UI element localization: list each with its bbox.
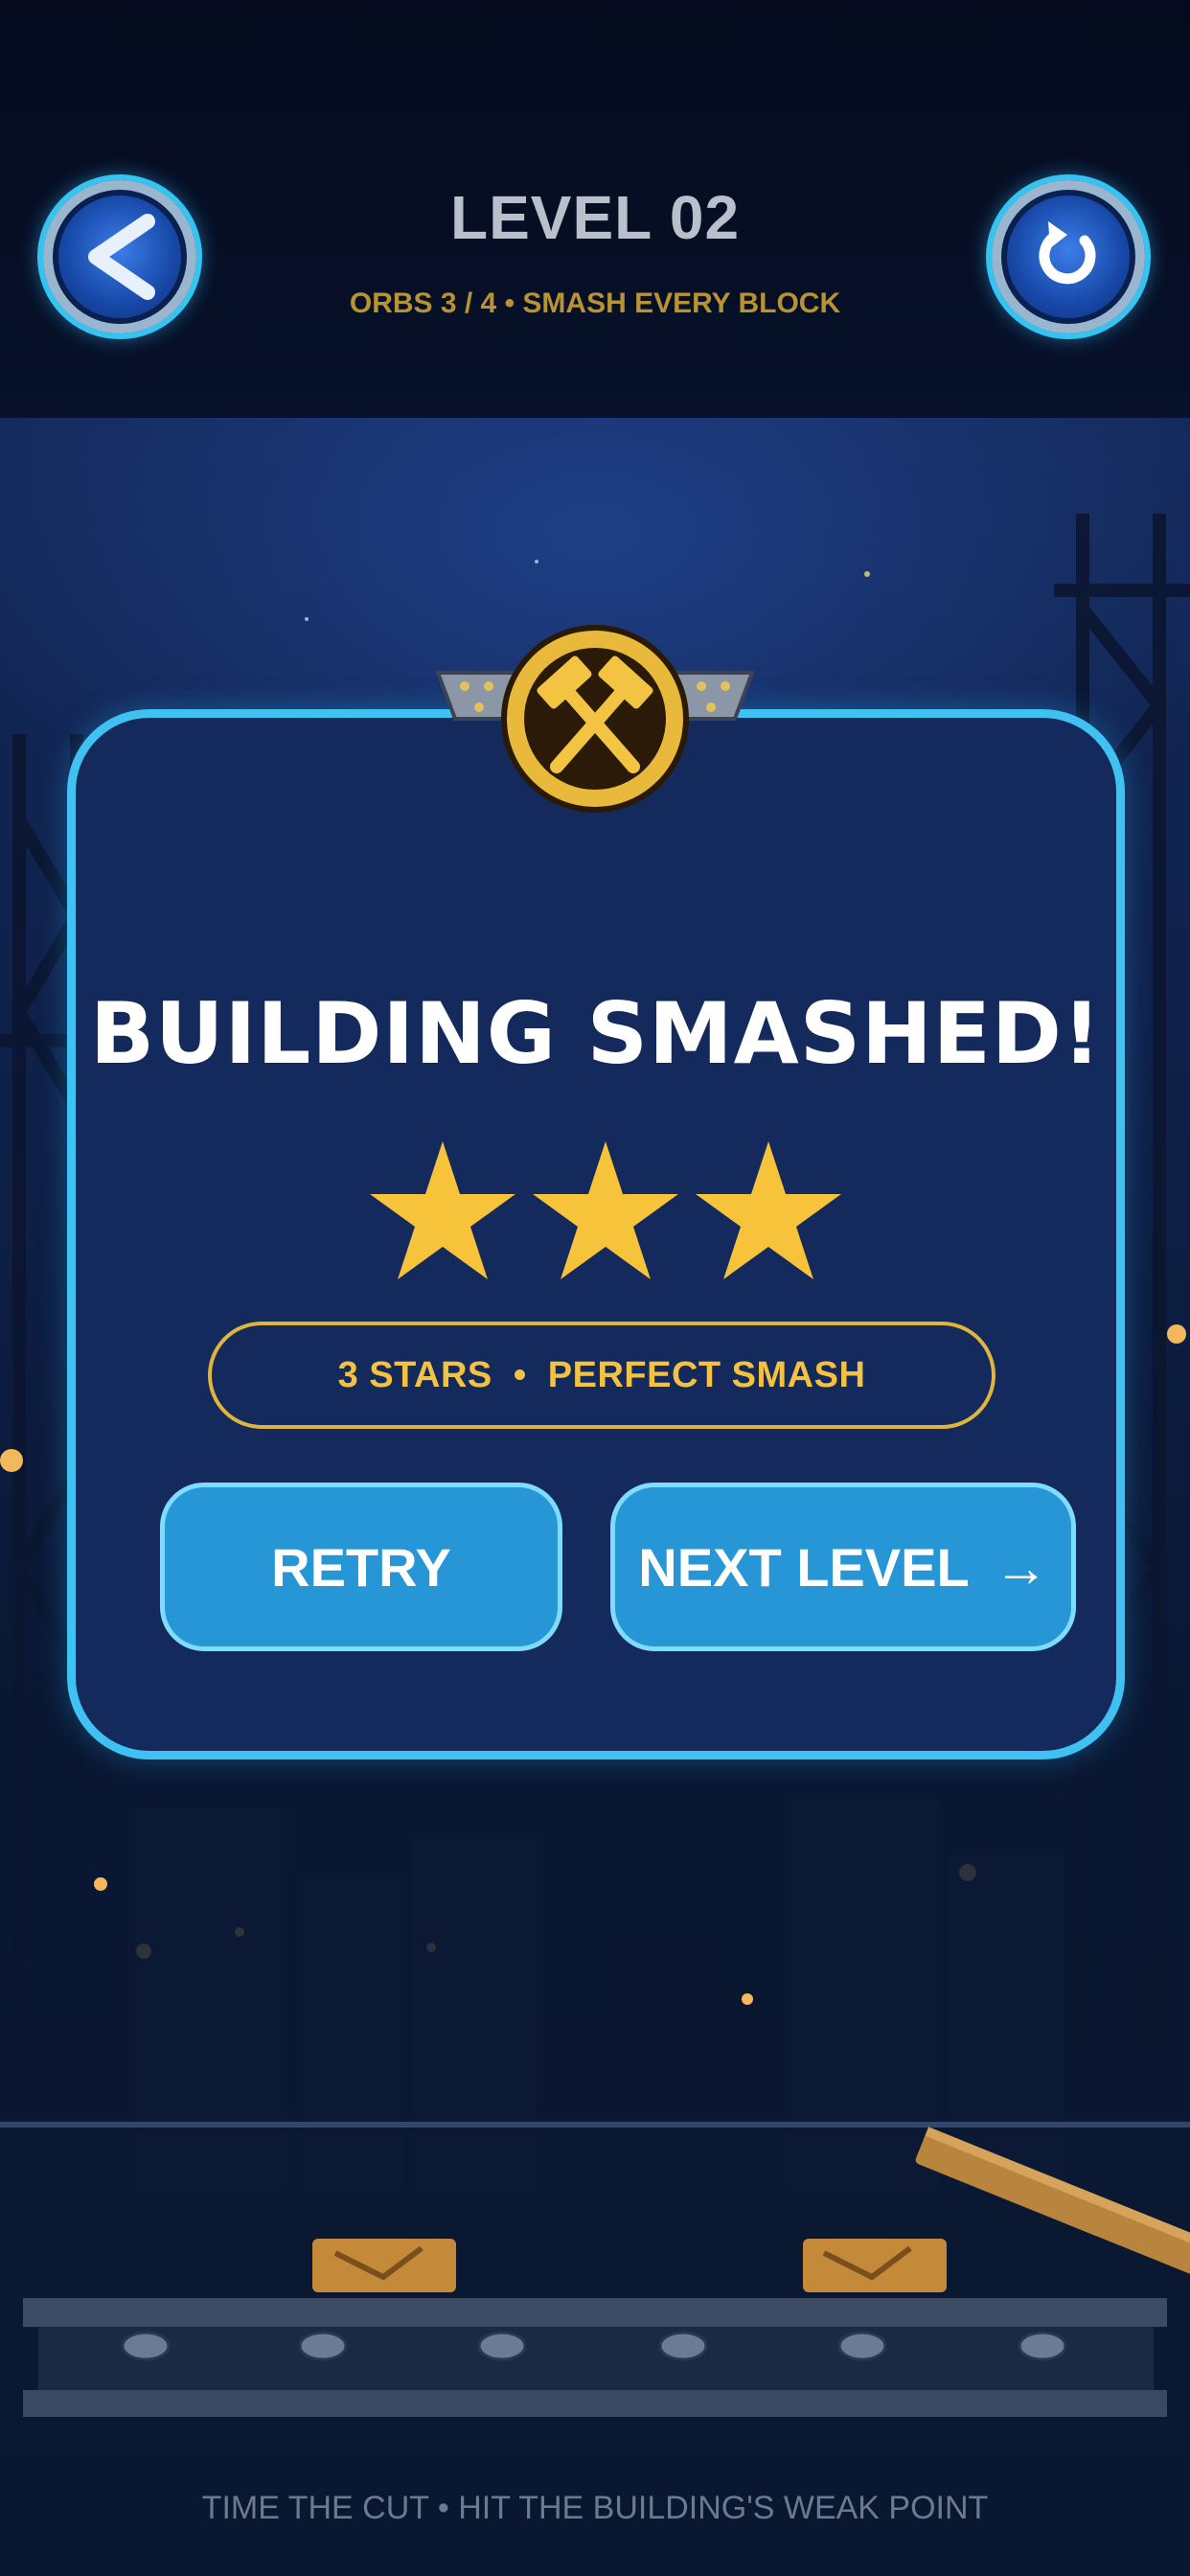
star-icon: [370, 1141, 515, 1279]
retry-button-label: RETRY: [271, 1536, 451, 1598]
star-icon: [696, 1141, 841, 1279]
reload-icon: [1039, 221, 1096, 285]
wood-block: [803, 2239, 947, 2292]
next-level-button-label: NEXT LEVEL: [638, 1536, 970, 1598]
hammer-crossed-icon: [436, 625, 754, 813]
result-panel: BUILDING SMASHED! 3 STARS • PERFECT SMAS…: [67, 709, 1125, 1760]
steel-girder: [23, 2298, 1167, 2417]
hint-text: TIME THE CUT • HIT THE BUILDING'S WEAK P…: [201, 2490, 989, 2526]
next-level-button[interactable]: NEXT LEVEL →: [610, 1483, 1076, 1651]
arrow-right-icon: →: [994, 1536, 1048, 1598]
result-summary-pill: 3 STARS • PERFECT SMASH: [208, 1322, 995, 1429]
reload-button[interactable]: [992, 180, 1145, 334]
star-rating: [370, 1141, 841, 1279]
header-bar: LEVEL 02 ORBS 3 / 4 • SMASH EVERY BLOCK: [0, 0, 1190, 418]
star-icon: [533, 1141, 678, 1279]
retry-button[interactable]: RETRY: [160, 1483, 562, 1651]
panel-title: BUILDING SMASHED!: [89, 984, 1103, 1083]
wood-block: [312, 2239, 456, 2292]
